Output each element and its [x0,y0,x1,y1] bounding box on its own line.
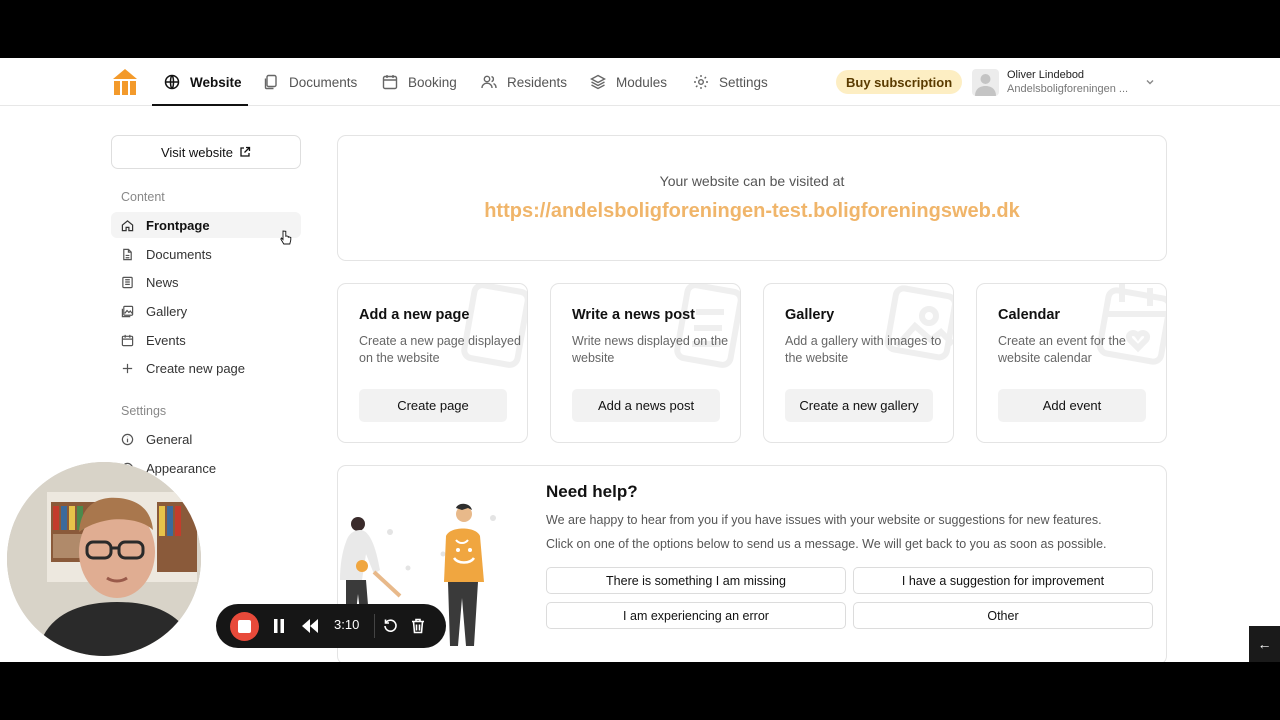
action-description: Add a gallery with images to the website [785,334,942,365]
nav-booking-label: Booking [408,74,457,90]
visit-website-button[interactable]: Visit website [111,135,301,169]
newspaper-icon [122,276,133,288]
buy-subscription-button[interactable]: Buy subscription [836,70,963,94]
users-icon [481,75,497,89]
user-organization[interactable]: Andelsboligforeningen ... [1007,83,1128,95]
calendar-icon [382,75,398,90]
sidebar-item-events[interactable]: Events [111,327,301,353]
add-news-post-button[interactable]: Add a news post [572,389,720,422]
help-instructions: Click on one of the options below to sen… [546,537,1107,551]
add-page-card: Add a new page Create a new page display… [337,283,528,443]
nav-website[interactable]: Website [164,58,242,106]
action-title: Write a news post [572,307,696,323]
help-description: We are happy to hear from you if you hav… [546,513,1102,527]
create-page-button[interactable]: Create page [359,389,507,422]
user-name[interactable]: Oliver Lindebod [1007,69,1084,81]
sidebar-settings-heading: Settings [121,404,167,418]
pause-icon[interactable] [273,619,285,633]
help-option-missing-button[interactable]: There is something I am missing [546,567,846,594]
nav-active-indicator [152,104,248,106]
trash-icon[interactable] [411,618,425,634]
nav-website-label: Website [190,74,242,90]
action-title: Add a new page [359,307,470,323]
nav-booking[interactable]: Booking [382,58,457,106]
gallery-card: Gallery Add a gallery with images to the… [763,283,954,443]
layers-icon [590,74,606,90]
sidebar-item-news[interactable]: News [111,269,301,295]
calendar-icon [121,334,134,346]
nav-settings[interactable]: Settings [693,58,768,106]
sidebar-item-gallery[interactable]: Gallery [111,298,301,324]
top-navigation: Website Documents Booking Residents Modu… [0,58,1280,106]
action-description: Create an event for the website calendar [998,334,1126,365]
create-gallery-button[interactable]: Create a new gallery [785,389,933,422]
action-title: Gallery [785,307,835,323]
help-card: Need help? We are happy to hear from you… [337,465,1167,662]
sidebar-item-frontpage[interactable]: Frontpage [111,212,301,238]
sidebar-item-create-new-page[interactable]: Create new page [111,355,301,381]
gear-icon [694,75,708,89]
gallery-icon [121,305,134,317]
stop-recording-button[interactable] [230,612,259,641]
nav-documents-label: Documents [289,74,358,90]
nav-residents-label: Residents [507,74,568,90]
chevron-down-icon[interactable] [1144,76,1156,88]
sidebar-item-label: Create new page [146,360,246,376]
rewind-icon[interactable] [302,619,318,633]
sidebar-item-label: Events [146,332,186,348]
sidebar-item-label: General [146,431,193,447]
action-description: Write news displayed on the website [572,334,729,365]
external-link-icon [240,146,251,157]
nav-modules[interactable]: Modules [590,58,667,106]
document-icon [123,248,132,260]
website-url-link[interactable]: https://andelsboligforeningen-test.bolig… [338,200,1166,223]
nav-documents[interactable]: Documents [263,58,357,106]
globe-icon [164,74,180,90]
collapse-panel-arrow-icon[interactable]: ← [1249,626,1280,662]
info-icon [121,433,134,445]
website-url-card: Your website can be visited at https://a… [337,135,1167,261]
webcam-overlay[interactable] [7,462,201,656]
sidebar-item-label: Gallery [146,303,188,319]
news-post-card: Write a news post Write news displayed o… [550,283,741,443]
action-title: Calendar [998,307,1061,323]
webcam-person-icon [7,462,201,656]
documents-icon [264,74,277,90]
nav-modules-label: Modules [616,74,668,90]
nav-residents[interactable]: Residents [481,58,567,106]
user-avatar-icon [975,74,996,96]
sidebar-item-general[interactable]: General [111,426,301,452]
sidebar-item-label: Appearance [146,460,217,476]
help-option-error-button[interactable]: I am experiencing an error [546,602,846,629]
sidebar-content-heading: Content [121,190,165,204]
plus-icon [122,363,133,373]
help-option-other-button[interactable]: Other [853,602,1153,629]
recorder-divider [374,614,375,638]
help-option-suggestion-button[interactable]: I have a suggestion for improvement [853,567,1153,594]
nav-settings-label: Settings [719,74,768,90]
logo-icon[interactable] [112,68,138,96]
recording-time: 3:10 [334,617,360,632]
sidebar-item-documents[interactable]: Documents [111,241,301,267]
sidebar-item-label: Frontpage [146,217,210,233]
help-title: Need help? [546,482,638,501]
visit-website-label: Visit website [160,144,233,160]
home-icon [121,219,134,231]
sidebar-item-label: Documents [146,246,212,262]
action-description: Create a new page displayed on the websi… [359,334,521,365]
pointer-cursor-icon [280,230,292,245]
screen-recorder-toolbar: 3:10 [216,604,446,648]
sidebar-item-label: News [146,274,179,290]
calendar-card: Calendar Create an event for the website… [976,283,1167,443]
add-event-button[interactable]: Add event [998,389,1146,422]
restart-icon[interactable] [383,618,398,633]
url-card-label: Your website can be visited at [659,173,845,189]
avatar[interactable] [972,69,999,96]
